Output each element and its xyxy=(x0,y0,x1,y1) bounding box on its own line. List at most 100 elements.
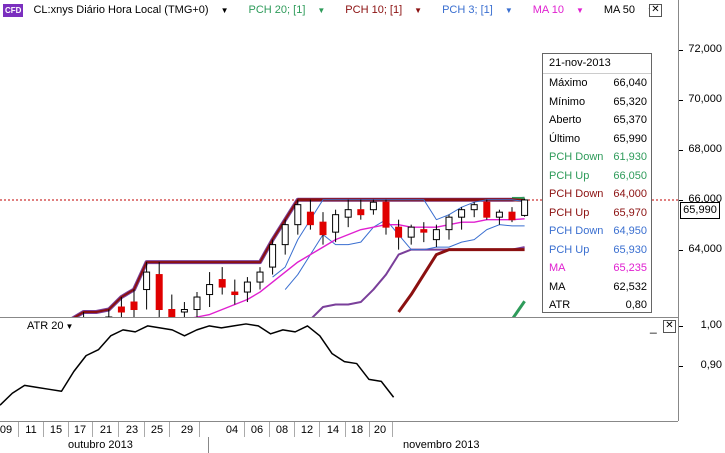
date-tick-label: 29 xyxy=(180,424,194,436)
candle-body xyxy=(407,226,415,238)
row-value: 65,990 xyxy=(613,132,647,145)
atr-label: ATR 20 xyxy=(27,320,64,332)
price-tick-label: 72,000 xyxy=(688,42,722,55)
candle-body xyxy=(206,284,214,296)
data-window-row: Mínimo 65,320 xyxy=(543,93,651,112)
indicator-3[interactable]: MA 10 ▼ xyxy=(533,4,594,16)
date-tick-separator xyxy=(199,422,200,437)
date-tick-label: 20 xyxy=(373,424,387,436)
chevron-down-icon[interactable]: ▼ xyxy=(317,6,325,15)
date-tick-separator xyxy=(244,422,245,437)
data-window-rows: Máximo 66,040 Mínimo 65,320 Aberto 65,370 Últi… xyxy=(543,74,651,315)
candle-body xyxy=(483,201,491,218)
row-label: ATR xyxy=(549,299,571,311)
row-label: PCH Up xyxy=(549,243,590,256)
date-tick-separator xyxy=(18,422,19,437)
date-tick-separator xyxy=(169,422,170,437)
candle-body xyxy=(218,279,226,288)
data-window-row: Máximo 66,040 xyxy=(543,74,651,93)
data-window-row: Último 65,990 xyxy=(543,130,651,149)
atr-line xyxy=(0,323,395,406)
close-icon[interactable]: ✕ xyxy=(649,4,662,17)
indicator-label: MA 10 xyxy=(532,4,564,16)
date-tick-label: 08 xyxy=(275,424,289,436)
price-chart-pane[interactable]: CFD CL:xnys Diário Hora Local (TMG+0) ▼ P… xyxy=(0,0,678,318)
row-value: 65,320 xyxy=(613,95,647,108)
candle-body xyxy=(357,209,365,216)
candle-body xyxy=(231,291,239,296)
atr-tick-mark xyxy=(679,365,683,367)
row-label: Mínimo xyxy=(549,95,586,108)
row-value: 65,235 xyxy=(613,262,647,274)
month-label: novembro 2013 xyxy=(403,439,480,451)
data-window-row: ATR 0,80 xyxy=(543,296,651,315)
candle-body xyxy=(143,271,151,291)
candle-body xyxy=(344,209,352,218)
date-tick-separator xyxy=(43,422,44,437)
indicator-0[interactable]: PCH 20; [1] ▼ xyxy=(249,4,336,16)
atr-chart[interactable] xyxy=(0,318,678,421)
price-tick-mark xyxy=(679,249,683,251)
symbol-title[interactable]: CL:xnys Diário Hora Local (TMG+0) ▼ xyxy=(33,4,238,16)
date-tick-label: 21 xyxy=(99,424,113,436)
date-axis[interactable]: 09 11 15 17 21 23 25 29 04 06 08 12 14 18 20 outubro 2… xyxy=(0,421,678,453)
candle-body xyxy=(117,306,125,313)
atr-tick-label: 1,00 xyxy=(700,318,722,331)
date-tick-label: 23 xyxy=(125,424,139,436)
close-icon[interactable]: ✕ xyxy=(663,320,676,333)
channel-lower-line xyxy=(311,246,525,317)
atr-legend[interactable]: ATR 20 ▼ xyxy=(27,320,73,332)
row-value: 0,80 xyxy=(625,299,647,311)
indicator-2[interactable]: PCH 3; [1] ▼ xyxy=(442,4,523,16)
date-tick-separator xyxy=(392,422,393,437)
atr-tick-mark xyxy=(679,325,683,327)
cfd-badge: CFD xyxy=(3,3,24,17)
row-value: 65,370 xyxy=(613,114,647,126)
minimize-icon[interactable]: _ xyxy=(650,320,657,334)
date-tick-label: 14 xyxy=(326,424,340,436)
row-label: PCH Down xyxy=(549,151,604,163)
candle-body xyxy=(180,309,188,313)
chevron-down-icon[interactable]: ▼ xyxy=(576,6,584,15)
indicator-1[interactable]: PCH 10; [1] ▼ xyxy=(345,4,432,16)
date-tick-label: 06 xyxy=(250,424,264,436)
last-price-tag: 65,990 xyxy=(680,202,720,219)
chevron-down-icon[interactable]: ▼ xyxy=(414,6,422,15)
row-label: Máximo xyxy=(549,77,588,89)
row-value: 64,950 xyxy=(613,225,647,237)
channel-upper-line xyxy=(73,197,525,317)
series-ma-10 xyxy=(193,218,525,317)
price-tick-mark xyxy=(679,49,683,51)
date-tick-separator xyxy=(144,422,145,437)
data-window-row: PCH Up 65,930 xyxy=(543,241,651,260)
row-label: Aberto xyxy=(549,114,582,126)
chevron-down-icon[interactable]: ▼ xyxy=(221,6,229,15)
atr-pane[interactable]: ATR 20 ▼ _ ✕ xyxy=(0,318,678,421)
month-separator xyxy=(208,437,209,453)
data-window: 21-nov-2013 Máximo 66,040 Mínimo 65,320 Aber… xyxy=(542,53,652,313)
data-window-row: MA 65,235 xyxy=(543,259,651,278)
candle-body xyxy=(420,229,428,233)
candle-body xyxy=(445,216,453,231)
date-tick-separator xyxy=(345,422,346,437)
indicator-label: PCH 3; [1] xyxy=(442,4,493,16)
symbol-title-text: CL:xnys Diário Hora Local (TMG+0) xyxy=(33,4,209,16)
price-tick-label: 64,000 xyxy=(688,242,722,255)
row-value: 61,930 xyxy=(613,151,647,163)
date-tick-label: 25 xyxy=(150,424,164,436)
candle-body xyxy=(470,204,478,211)
date-tick-separator xyxy=(269,422,270,437)
chevron-down-icon[interactable]: ▼ xyxy=(65,322,73,331)
candle-body xyxy=(332,214,340,233)
date-tick-separator xyxy=(68,422,69,437)
candle-body xyxy=(432,229,440,241)
date-tick-label: 12 xyxy=(300,424,314,436)
chevron-down-icon[interactable]: ▼ xyxy=(505,6,513,15)
date-tick-label: 11 xyxy=(25,424,37,436)
date-tick-separator xyxy=(319,422,320,437)
row-label: MA xyxy=(549,262,566,274)
series-pch-20-down xyxy=(511,300,526,317)
date-tick-label: 17 xyxy=(73,424,87,436)
candle-body xyxy=(458,209,466,218)
candle-body xyxy=(243,281,251,293)
